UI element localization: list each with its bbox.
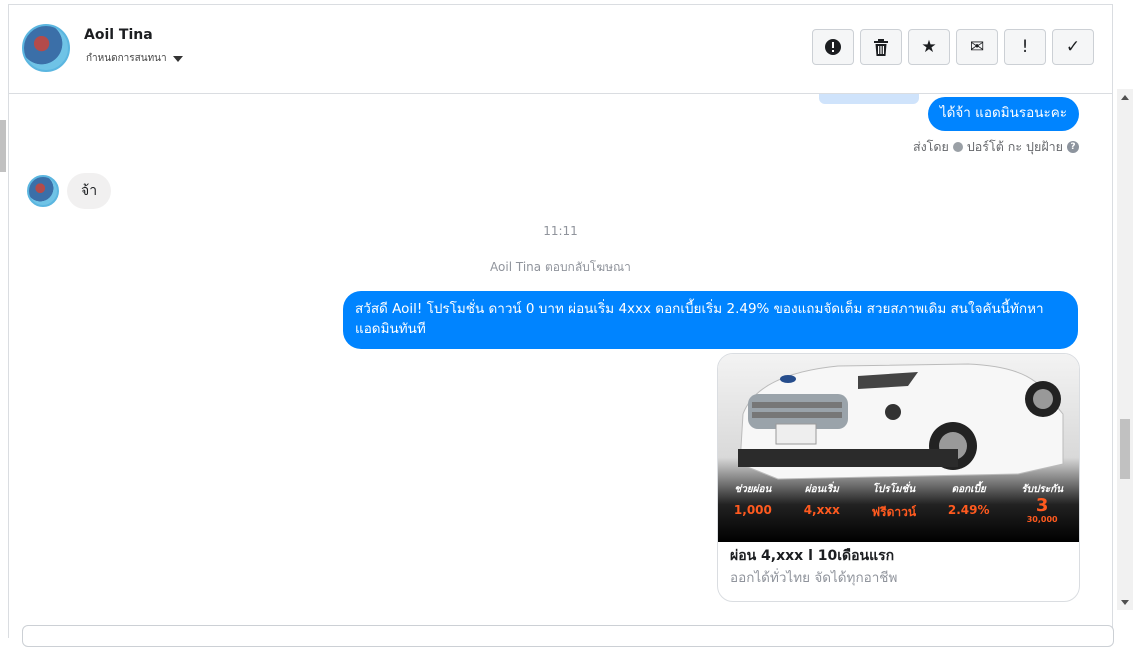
scrollbar-thumb[interactable] (1120, 419, 1130, 479)
promo-label: ดอกเบี้ย (951, 484, 986, 495)
sent-by-name[interactable]: ปอร์โต้ กะ ปุยฝ้าย (967, 137, 1063, 157)
exclamation-icon: ! (1021, 37, 1029, 57)
delete-button[interactable] (860, 29, 902, 65)
caret-down-icon (172, 55, 183, 62)
envelope-icon: ✉ (969, 37, 985, 57)
message-thread: ได้จ้า แอดมินรอนะคะ ส่งโดย ปอร์โต้ กะ ปุ… (9, 94, 1112, 604)
scroll-down-icon[interactable] (1121, 600, 1129, 605)
thread-scrollbar[interactable] (1117, 89, 1133, 610)
promo-label: ช่วยผ่อน (734, 484, 772, 495)
ad-card[interactable]: ช่วยผ่อน 1,000 ผ่อนเริ่ม 4,xxx โปรโมชั่น… (717, 353, 1080, 602)
avatar[interactable] (22, 24, 70, 72)
promo-value: 3 (1035, 495, 1049, 516)
mark-unread-button[interactable]: ✉ (956, 29, 998, 65)
promo-message: สวัสดี Aoil! โปรโมชั่น ดาวน์ 0 บาท ผ่อนเ… (343, 291, 1078, 349)
mark-spam-button[interactable] (812, 29, 854, 65)
conversation-settings-dropdown[interactable]: กำหนดการสนทนา (86, 51, 183, 66)
ad-card-title[interactable]: ผ่อน 4,xxx l 10เดือนแรก (730, 545, 894, 567)
sent-by-info: ส่งโดย ปอร์โต้ กะ ปุยฝ้าย ? (913, 137, 1079, 157)
trash-icon (874, 38, 888, 56)
contact-avatar-small[interactable] (27, 175, 59, 207)
message-timestamp: 11:11 (543, 224, 578, 238)
help-icon[interactable]: ? (1067, 141, 1079, 153)
promo-label: โปรโมชั่น (872, 484, 916, 495)
action-toolbar: ★ ✉ ! ✓ (812, 29, 1094, 65)
car-ad-image: ช่วยผ่อน 1,000 ผ่อนเริ่ม 4,xxx โปรโมชั่น… (718, 354, 1079, 542)
previous-message-edge (819, 94, 919, 104)
promo-label: ผ่อนเริ่ม (804, 484, 839, 495)
check-icon: ✓ (1065, 37, 1081, 57)
outgoing-message: ได้จ้า แอดมินรอนะคะ (927, 97, 1079, 131)
promo-value: 4,xxx (803, 503, 840, 517)
promo-value: 2.49% (947, 503, 990, 517)
verified-icon (952, 142, 963, 152)
inbox-frame: Aoil Tina กำหนดการสนทนา ★ ✉ ! ✓ ได้จ้า แ… (8, 4, 1113, 638)
ad-reply-note: Aoil Tina ตอบกลับโฆษณา (490, 260, 631, 274)
contact-name[interactable]: Aoil Tina (84, 27, 153, 43)
promo-strip: ช่วยผ่อน 1,000 ผ่อนเริ่ม 4,xxx โปรโมชั่น… (718, 482, 1079, 542)
scroll-up-icon[interactable] (1121, 95, 1129, 100)
alert-circle-icon (825, 39, 841, 55)
star-icon: ★ (921, 37, 937, 57)
mark-done-button[interactable]: ✓ (1052, 29, 1094, 65)
star-button[interactable]: ★ (908, 29, 950, 65)
promo-extra: 30,000 (1026, 515, 1058, 524)
conversation-settings-label: กำหนดการสนทนา (86, 53, 167, 64)
promo-message-text: สวัสดี Aoil! โปรโมชั่น ดาวน์ 0 บาท ผ่อนเ… (355, 301, 1044, 337)
sent-by-label: ส่งโดย (912, 139, 949, 154)
outgoing-message-text: ได้จ้า แอดมินรอนะคะ (939, 105, 1067, 121)
incoming-message: จ้า (67, 173, 112, 209)
follow-up-button[interactable]: ! (1004, 29, 1046, 65)
promo-value: 1,000 (733, 503, 772, 517)
left-pane-scrollbar[interactable] (0, 120, 6, 172)
message-composer[interactable] (22, 625, 1114, 647)
promo-value: ฟรีดาวน์ (871, 505, 917, 519)
ad-card-subtitle: ออกได้ทั่วไทย จัดได้ทุกอาชีพ (730, 570, 898, 586)
conversation-header: Aoil Tina กำหนดการสนทนา ★ ✉ ! ✓ (9, 5, 1112, 94)
